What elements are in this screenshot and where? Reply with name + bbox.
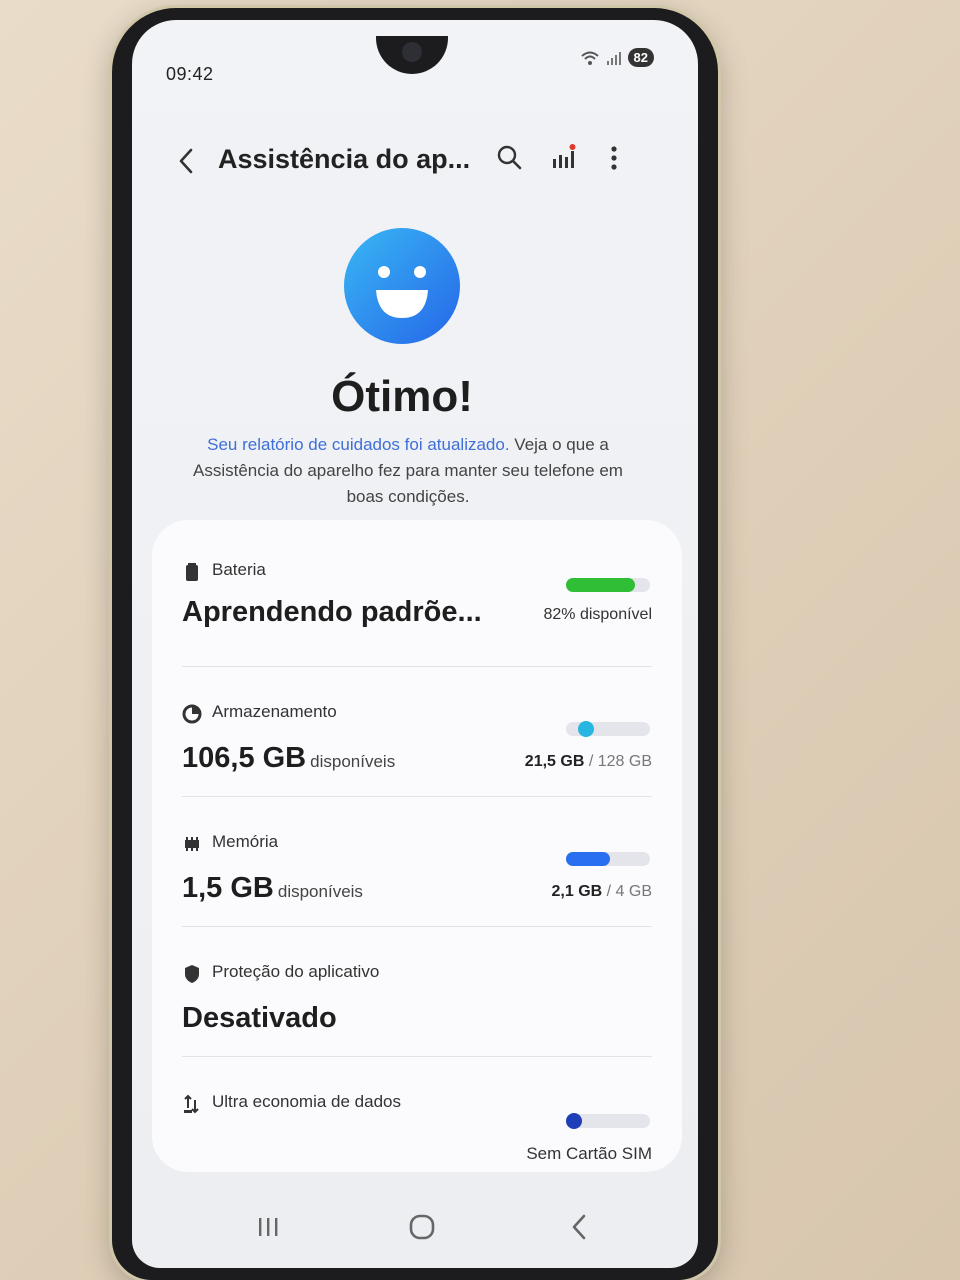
divider <box>182 1056 652 1057</box>
memory-total: / 4 GB <box>606 883 652 900</box>
screen: 09:42 82 Assistência do ap... Ótimo! Seu… <box>132 20 698 1268</box>
status-time: 09:42 <box>166 64 214 84</box>
memory-usage: 2,1 GB / 4 GB <box>552 883 653 901</box>
memory-row[interactable]: Memória 1,5 GB disponíveis 2,1 GB / 4 GB <box>152 800 682 930</box>
data-saver-status: Sem Cartão SIM <box>526 1144 652 1163</box>
memory-bar-fill <box>566 852 610 866</box>
memory-available-unit: disponíveis <box>277 882 363 901</box>
storage-row[interactable]: Armazenamento 106,5 GB disponíveis 21,5 G… <box>152 670 682 800</box>
battery-row[interactable]: Bateria Aprendendo padrõe... 82% disponí… <box>152 520 682 650</box>
cell-signal-icon <box>606 51 621 65</box>
home-icon[interactable] <box>402 1210 442 1244</box>
app-protection-status: Desativado <box>182 1002 337 1034</box>
data-saver-row[interactable]: Ultra economia de dados Sem Cartão SIM <box>152 1060 682 1172</box>
storage-available-value: 106,5 GB <box>182 742 307 774</box>
battery-icon <box>186 563 198 581</box>
memory-available-value: 1,5 GB <box>182 872 274 904</box>
data-saver-bar-fill <box>566 1113 582 1129</box>
back-icon[interactable] <box>560 1210 600 1244</box>
app-protection-row[interactable]: Proteção do aplicativo Desativado <box>152 930 682 1050</box>
memory-label: Memória <box>212 832 279 851</box>
signal-bars-icon[interactable] <box>548 142 580 174</box>
storage-pie-icon <box>182 704 202 724</box>
status-icons: 82 <box>580 48 654 67</box>
battery-available: 82% disponível <box>543 606 652 623</box>
storage-available: 106,5 GB disponíveis <box>182 742 395 775</box>
recents-icon[interactable] <box>248 1210 288 1244</box>
care-report-link[interactable]: Seu relatório de cuidados foi atualizado… <box>207 435 509 454</box>
chevron-left-icon[interactable] <box>172 146 202 176</box>
wifi-icon <box>580 51 599 65</box>
headline: Ótimo! <box>331 372 473 421</box>
battery-level-badge: 82 <box>627 48 654 67</box>
storage-bar <box>566 721 650 737</box>
divider <box>182 926 652 927</box>
storage-label: Armazenamento <box>212 702 337 721</box>
search-icon[interactable] <box>494 142 526 174</box>
memory-available: 1,5 GB disponíveis <box>182 872 363 905</box>
storage-bar-fill <box>578 721 594 737</box>
battery-label: Bateria <box>212 560 266 579</box>
app-protection-label: Proteção do aplicativo <box>212 962 380 981</box>
data-saver-icon <box>184 1094 199 1114</box>
battery-bar-fill <box>566 578 635 592</box>
status-card: Bateria Aprendendo padrõe... 82% disponí… <box>152 520 682 1172</box>
app-bar: Assistência do ap... <box>132 130 698 190</box>
more-vertical-icon[interactable] <box>598 142 630 174</box>
page-title: Assistência do ap... <box>218 144 471 174</box>
storage-usage: 21,5 GB / 128 GB <box>525 753 652 771</box>
divider <box>182 666 652 667</box>
memory-used: 2,1 GB <box>551 883 603 900</box>
storage-used: 21,5 GB <box>524 753 585 770</box>
front-camera-notch <box>376 36 448 74</box>
report-description: Seu relatório de cuidados foi atualizado… <box>188 432 628 510</box>
navigation-bar <box>132 1196 698 1256</box>
battery-bar <box>566 578 650 592</box>
data-saver-bar <box>566 1113 650 1129</box>
smiley-face-icon <box>344 228 460 344</box>
shield-icon <box>185 965 199 983</box>
storage-available-unit: disponíveis <box>310 752 396 771</box>
memory-chip-icon <box>185 837 199 851</box>
battery-status: Aprendendo padrõe... <box>182 596 482 628</box>
divider <box>182 796 652 797</box>
storage-total: / 128 GB <box>588 753 652 770</box>
data-saver-label: Ultra economia de dados <box>212 1092 402 1111</box>
memory-bar <box>566 852 650 866</box>
